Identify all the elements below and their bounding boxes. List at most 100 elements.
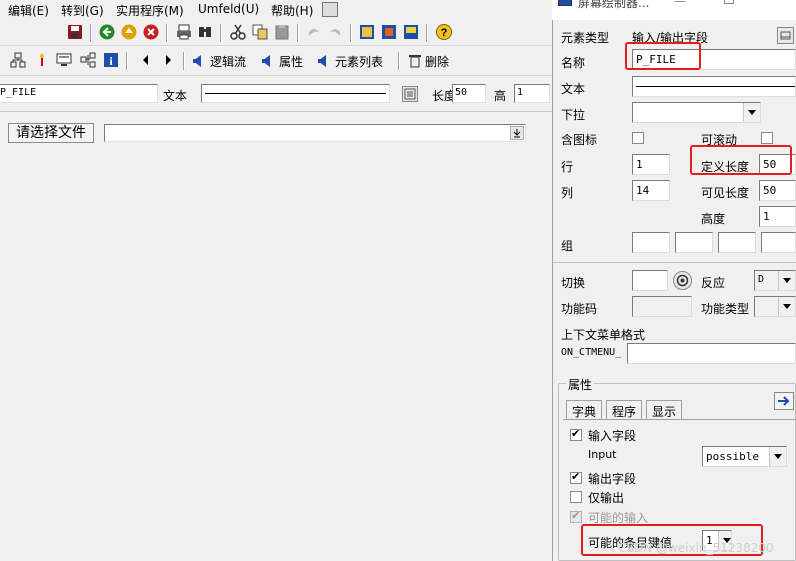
cut-icon[interactable] <box>230 24 246 40</box>
input-label: Input <box>588 448 617 461</box>
screen-icon[interactable] <box>56 52 72 68</box>
text-input[interactable] <box>632 76 796 97</box>
chevron-down-icon <box>743 103 760 122</box>
save-icon[interactable] <box>67 24 83 40</box>
menu-utilities[interactable]: 实用程序(M) <box>116 2 184 19</box>
previous-icon[interactable] <box>138 52 154 68</box>
choose-file-button[interactable]: 请选择文件 <box>8 123 94 143</box>
pin-icon[interactable] <box>34 52 50 68</box>
row-input[interactable]: 1 <box>632 154 670 175</box>
field-name-input[interactable]: P_FILE <box>0 84 158 103</box>
vis-length-input[interactable]: 50 <box>759 180 796 201</box>
response-label: 反应 <box>701 276 726 290</box>
switch-selector-icon[interactable] <box>673 271 692 290</box>
field-text-label: 文本 <box>163 89 188 103</box>
properties-label: 属性 <box>279 54 304 69</box>
possible-input-checkbox <box>570 509 582 523</box>
output-field-checkbox[interactable] <box>570 470 582 484</box>
menu-help[interactable]: 帮助(H) <box>271 2 313 19</box>
input-field-checkbox[interactable] <box>570 427 582 441</box>
input-select[interactable]: possible <box>702 446 787 467</box>
next-icon[interactable] <box>160 52 176 68</box>
cancel-icon[interactable] <box>143 24 159 40</box>
output-only-label: 仅输出 <box>588 491 625 505</box>
app-icon <box>558 0 572 6</box>
vis-length-label: 可见长度 <box>701 186 750 200</box>
properties-button[interactable]: 属性 <box>262 52 303 70</box>
info-icon[interactable]: i <box>103 52 119 68</box>
hierarchy-icon[interactable] <box>10 52 26 68</box>
response-select[interactable]: D <box>754 270 796 291</box>
paste-icon[interactable] <box>274 24 290 40</box>
arrow-left-icon <box>193 55 201 67</box>
height-label: 高度 <box>701 212 726 226</box>
tab-strip-line <box>563 419 796 420</box>
file-path-input[interactable] <box>104 124 526 142</box>
ctx-menu-input[interactable] <box>627 343 796 364</box>
field-length-input[interactable]: 50 <box>452 84 486 103</box>
field-height-input[interactable]: 1 <box>514 84 550 103</box>
expand-button[interactable] <box>774 392 794 410</box>
group-input-3[interactable] <box>718 232 756 253</box>
screen-canvas[interactable] <box>0 112 552 561</box>
chevron-down-icon <box>778 271 795 290</box>
layout-icon-2[interactable] <box>381 24 397 40</box>
menu-goto[interactable]: 转到(G) <box>61 2 104 19</box>
window-menu-icon[interactable] <box>322 2 338 17</box>
group-input-1[interactable] <box>632 232 670 253</box>
dropdown-select[interactable] <box>632 102 761 123</box>
toolbar-separator <box>350 24 352 42</box>
tab-dictionary[interactable]: 字典 <box>566 400 603 420</box>
with-icon-checkbox[interactable] <box>632 132 644 144</box>
divider <box>553 262 796 263</box>
layout-icon-3[interactable] <box>403 24 419 40</box>
help-icon[interactable]: ? <box>436 24 452 40</box>
element-list-label: 元素列表 <box>335 54 384 69</box>
standard-toolbar: ? <box>0 20 552 46</box>
layout-icon-1[interactable] <box>359 24 375 40</box>
find-icon[interactable] <box>197 24 213 40</box>
toolbar-separator <box>166 24 168 42</box>
logic-flow-button[interactable]: 逻辑流 <box>193 52 246 70</box>
f4-help-icon[interactable] <box>510 126 524 140</box>
toolbar-separator <box>183 52 185 70</box>
field-text-input[interactable] <box>201 84 390 103</box>
element-list-button[interactable]: 元素列表 <box>318 52 383 70</box>
back-icon[interactable] <box>99 24 115 40</box>
group-input-4[interactable] <box>761 232 796 253</box>
func-code-input[interactable] <box>632 296 692 317</box>
exit-icon[interactable] <box>121 24 137 40</box>
copy-icon[interactable] <box>252 24 268 40</box>
watermark: CSDN @weixin_51238200 <box>618 541 774 555</box>
chevron-down-icon <box>778 297 795 316</box>
network-icon[interactable] <box>80 52 96 68</box>
with-icon-label: 含图标 <box>561 133 598 147</box>
menu-edit[interactable]: 编辑(E) <box>8 2 49 19</box>
print-icon[interactable] <box>176 24 192 40</box>
scrollable-checkbox[interactable] <box>761 132 773 144</box>
tab-program[interactable]: 程序 <box>606 400 643 420</box>
attributes-title: 属性 <box>566 376 595 393</box>
input-field-label: 输入字段 <box>588 429 637 443</box>
menu-environment[interactable]: Umfeld(U) <box>198 2 259 16</box>
logic-flow-label: 逻辑流 <box>210 54 247 69</box>
func-type-select[interactable] <box>754 296 796 317</box>
group-input-2[interactable] <box>675 232 713 253</box>
col-input[interactable]: 14 <box>632 180 670 201</box>
field-attribute-row: P_FILE 文本 长度 50 高 1 <box>0 76 552 112</box>
toolbar-separator <box>220 24 222 42</box>
tab-display[interactable]: 显示 <box>646 400 683 420</box>
height-input[interactable]: 1 <box>759 206 796 227</box>
output-only-checkbox[interactable] <box>570 491 582 503</box>
dictionary-icon[interactable] <box>402 86 418 102</box>
text-underline <box>205 93 386 94</box>
delete-button[interactable]: 删除 <box>408 52 449 70</box>
maximize-icon[interactable] <box>724 0 734 4</box>
response-value: D <box>758 274 765 285</box>
menu-bar: 编辑(E) 转到(G) 实用程序(M) Umfeld(U) 帮助(H) <box>0 0 552 20</box>
switch-input[interactable] <box>632 270 668 291</box>
element-type-button[interactable] <box>777 27 794 44</box>
minimize-icon[interactable]: — <box>674 0 686 8</box>
panel-title: 屏幕绘制器... <box>578 0 650 10</box>
svg-text:?: ? <box>441 27 448 39</box>
